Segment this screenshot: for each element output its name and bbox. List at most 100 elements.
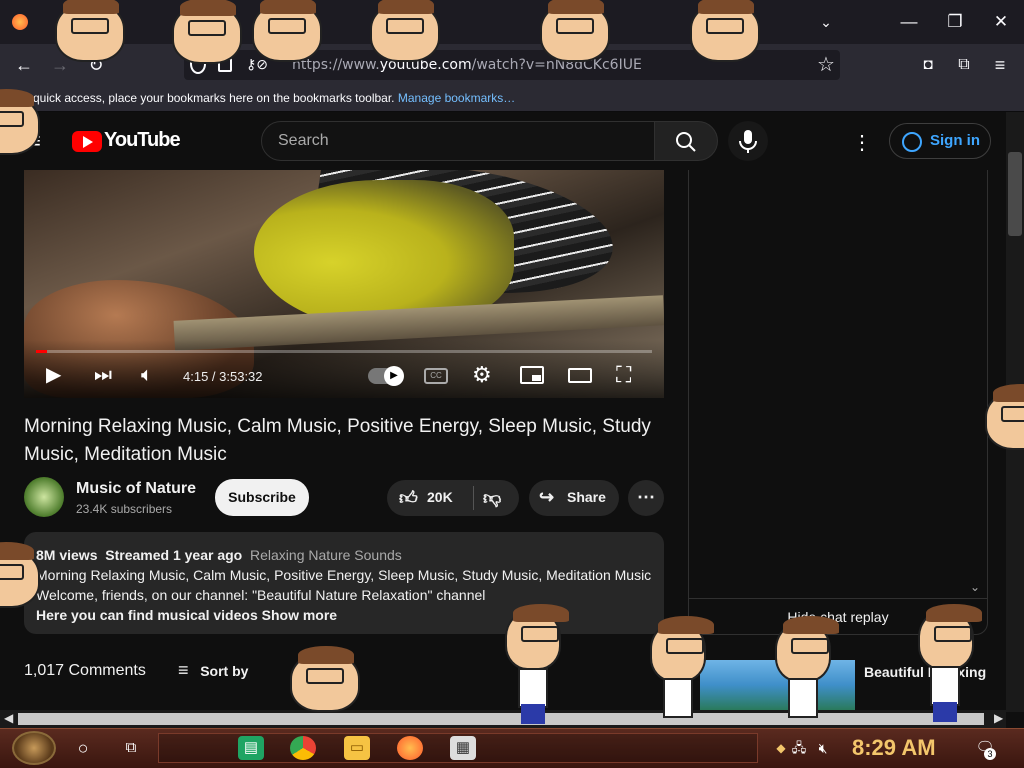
video-progress-fill xyxy=(36,350,48,353)
autoplay-toggle[interactable]: ▶ xyxy=(368,366,404,386)
scroll-right-icon[interactable]: ▶ xyxy=(994,711,1003,725)
volume-icon[interactable]: 🔈︎ xyxy=(141,363,153,387)
mascot-figure-10 xyxy=(290,646,360,712)
voice-search-button[interactable] xyxy=(728,121,768,161)
sort-icon: ≡ xyxy=(178,660,189,680)
calculator-app-icon[interactable]: ▦ xyxy=(450,736,476,760)
network-icon[interactable]: 🖧 xyxy=(786,736,812,760)
firefox-icon[interactable] xyxy=(12,14,28,30)
mascot-figure-13 xyxy=(775,616,839,682)
comment-count: 1,017 Comments xyxy=(24,662,146,679)
microphone-icon xyxy=(739,130,757,153)
taskbar-clock[interactable]: 8:29 AM xyxy=(852,735,936,761)
sort-by-button[interactable]: ≡ Sort by xyxy=(178,660,248,681)
thumbs-down-icon[interactable]: 👎︎ xyxy=(483,487,501,509)
more-actions-icon[interactable]: ⋯ xyxy=(628,480,664,516)
view-count: 8M views xyxy=(36,547,98,563)
mascot-figure-13-shirt xyxy=(788,678,818,718)
mascot-figure-1 xyxy=(55,0,125,62)
sheets-app-icon[interactable]: ▤ xyxy=(238,736,264,760)
like-count[interactable]: 20K xyxy=(427,489,453,505)
description-line-3: Here you can find musical videos xyxy=(36,607,258,623)
file-explorer-icon[interactable]: ▭ xyxy=(344,736,370,760)
bookmarks-toolbar: quick access, place your bookmarks here … xyxy=(0,86,1024,112)
volume-muted-icon[interactable]: 🔇︎ xyxy=(810,736,836,760)
theater-mode-icon[interactable] xyxy=(568,368,592,383)
show-more-button[interactable]: Show more xyxy=(262,607,337,623)
description-line-1: Morning Relaxing Music, Calm Music, Posi… xyxy=(36,567,652,583)
thumbs-up-icon[interactable]: 👍︎ xyxy=(399,487,418,509)
share-icon: ↪ xyxy=(539,487,555,507)
mascot-figure-4 xyxy=(370,0,440,62)
extensions-icon[interactable]: ⧉ xyxy=(950,52,978,78)
mascot-figure-2 xyxy=(172,0,242,64)
start-button[interactable] xyxy=(12,731,56,765)
video-progress-bar[interactable] xyxy=(36,350,652,353)
play-icon[interactable]: ▶ xyxy=(46,363,61,387)
mascot-figure-14 xyxy=(918,604,982,670)
tab-bar xyxy=(0,0,1024,44)
manage-bookmarks-link[interactable]: Manage bookmarks… xyxy=(398,91,515,105)
search-button[interactable] xyxy=(654,121,718,161)
settings-more-vertical-icon[interactable]: ⋮ xyxy=(852,130,872,155)
subscribe-button[interactable]: Subscribe xyxy=(215,479,309,516)
mascot-figure-5 xyxy=(540,0,610,62)
mascot-figure-3 xyxy=(252,0,322,62)
mascot-figure-12 xyxy=(650,616,714,682)
scroll-left-icon[interactable]: ◀ xyxy=(4,711,13,725)
mascot-figure-11-shirt xyxy=(518,668,548,708)
youtube-logo-text[interactable]: YouTube xyxy=(104,129,181,152)
minimize-button[interactable]: — xyxy=(894,8,924,36)
video-title: Morning Relaxing Music, Calm Music, Posi… xyxy=(24,416,651,465)
settings-gear-icon[interactable]: ⚙ xyxy=(472,363,492,387)
autoplay-play-icon: ▶ xyxy=(384,366,404,386)
sign-in-label: Sign in xyxy=(930,132,980,149)
like-divider xyxy=(473,486,474,510)
stream-date: Streamed 1 year ago xyxy=(105,547,243,563)
fullscreen-icon[interactable]: ⛶ xyxy=(616,363,631,387)
subtitles-icon[interactable]: CC xyxy=(424,368,448,384)
account-icon xyxy=(902,132,922,152)
pocket-icon[interactable]: ◘ xyxy=(914,52,942,78)
sort-by-label: Sort by xyxy=(200,663,249,679)
mascot-figure-6 xyxy=(690,0,760,62)
chrome-app-icon[interactable] xyxy=(290,736,316,760)
live-chat-panel xyxy=(688,170,988,635)
close-window-button[interactable]: ✕ xyxy=(986,8,1016,36)
firefox-app-icon[interactable] xyxy=(397,736,423,760)
horizontal-scrollbar-thumb[interactable] xyxy=(18,713,984,725)
mascot-figure-14-pants xyxy=(933,702,957,722)
mascot-figure-14-shirt xyxy=(930,666,960,706)
like-dislike-group: 👍︎ 20K 👎︎ xyxy=(387,480,519,516)
list-tabs-chevron-down-icon[interactable]: ⌄ xyxy=(812,8,840,36)
mascot-figure-12-shirt xyxy=(663,678,693,718)
sign-in-button[interactable]: Sign in xyxy=(889,123,991,159)
miniplayer-icon[interactable] xyxy=(520,366,544,384)
mascot-figure-9 xyxy=(985,384,1024,450)
maximize-button[interactable]: ❐ xyxy=(940,8,970,36)
menu-hamburger-icon[interactable]: ≡ xyxy=(986,52,1014,78)
mascot-figure-11 xyxy=(505,604,569,670)
share-button[interactable]: ↪ Share xyxy=(529,480,619,516)
channel-avatar[interactable] xyxy=(24,477,64,517)
bookmarks-hint: quick access, place your bookmarks here … xyxy=(33,91,395,105)
next-video-icon[interactable]: ⏭ xyxy=(94,363,112,387)
description-meta: 8M views Streamed 1 year ago Relaxing Na… xyxy=(36,545,652,565)
search-icon xyxy=(676,132,696,152)
bookmark-star-icon[interactable]: ☆ xyxy=(812,52,840,78)
cortana-icon[interactable]: ○ xyxy=(70,736,96,760)
task-view-icon[interactable]: ⧉ xyxy=(118,736,144,760)
notification-count-badge: 3 xyxy=(984,748,996,760)
video-time: 4:15 / 3:53:32 xyxy=(183,369,263,384)
channel-name[interactable]: Music of Nature xyxy=(76,480,196,498)
page-scrollbar-thumb[interactable] xyxy=(1008,152,1022,236)
description-tag[interactable]: Relaxing Nature Sounds xyxy=(250,547,402,563)
mascot-figure-11-pants xyxy=(521,704,545,724)
description-line-2: Welcome, friends, on our channel: "Beaut… xyxy=(36,587,486,603)
back-button[interactable]: ← xyxy=(10,52,38,78)
chat-scroll-down-icon[interactable]: ⌄ xyxy=(970,580,980,594)
youtube-logo-play-icon xyxy=(83,136,93,148)
subscriber-count: 23.4K subscribers xyxy=(76,502,173,516)
share-label: Share xyxy=(567,489,606,505)
search-input[interactable]: Search xyxy=(261,121,655,161)
